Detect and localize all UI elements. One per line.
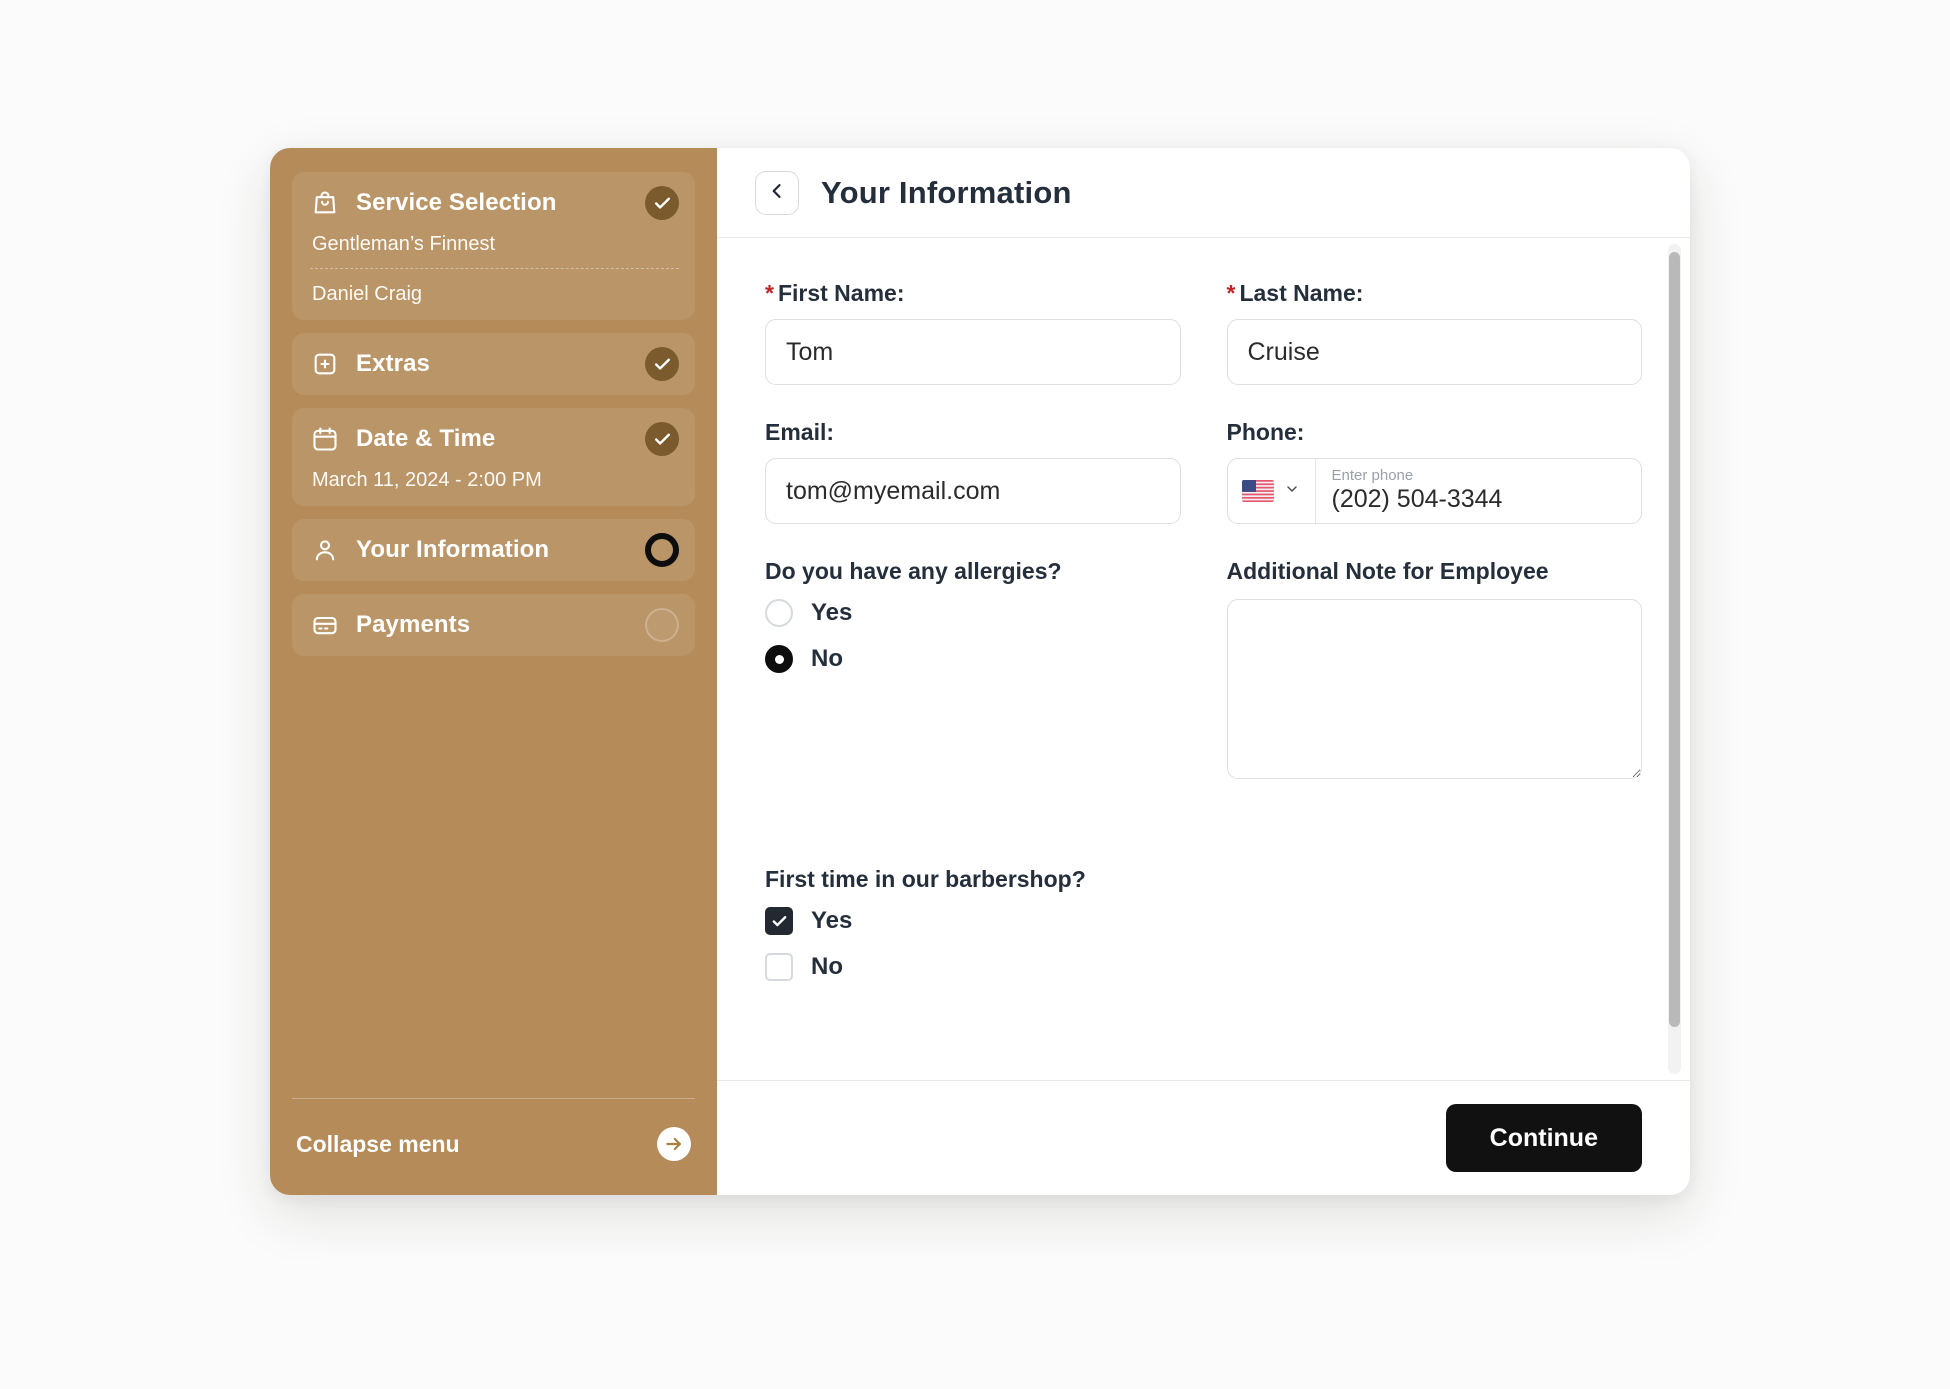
first-time-question-group: First time in our barbershop? Yes No (765, 866, 1181, 999)
step-header: Date & Time (310, 422, 679, 456)
step-header: Your Information (310, 533, 679, 567)
first-name-label: * First Name: (765, 280, 1181, 307)
app-root: Service Selection Gentleman’s Finnest Da… (0, 0, 1950, 1389)
additional-note-textarea[interactable] (1226, 599, 1642, 779)
phone-field-group: Phone: Enter phone (202) 504-3344 (1226, 419, 1642, 524)
sidebar-step-service-selection[interactable]: Service Selection Gentleman’s Finnest Da… (292, 172, 695, 320)
panel-footer: Continue (717, 1080, 1690, 1195)
country-select[interactable] (1228, 459, 1316, 523)
first-name-label-text: First Name: (777, 280, 905, 306)
phone-input[interactable] (1331, 485, 1625, 515)
chevron-left-icon (767, 181, 787, 204)
allergies-option-yes-label: Yes (811, 599, 853, 626)
page-title: Your Information (821, 174, 1072, 210)
arrow-right-circle-icon[interactable] (657, 1127, 691, 1161)
phone-floating-label: Enter phone (1331, 466, 1414, 484)
sidebar-step-datetime-value: March 11, 2024 - 2:00 PM (312, 469, 542, 491)
sidebar-step-your-information[interactable]: Your Information (292, 519, 695, 581)
additional-note-group: Additional Note for Employee (1226, 558, 1642, 784)
status-badge-done (645, 186, 679, 220)
scrollbar-thumb[interactable] (1669, 252, 1680, 1027)
email-label: Email: (765, 419, 835, 445)
booking-wizard-card: Service Selection Gentleman’s Finnest Da… (270, 148, 1690, 1195)
email-input[interactable] (765, 458, 1181, 524)
calendar-icon (310, 424, 340, 454)
checkbox-icon-checked[interactable] (765, 907, 793, 935)
first-time-option-yes[interactable]: Yes (765, 907, 1181, 935)
sidebar-step-employee-name: Daniel Craig (310, 268, 679, 306)
first-name-field-group: * First Name: (765, 280, 1181, 385)
phone-label: Phone: (1226, 419, 1305, 445)
shopping-bag-icon (310, 188, 340, 218)
collapse-menu-label: Collapse menu (296, 1130, 460, 1157)
first-time-question-label: First time in our barbershop? (765, 866, 1086, 892)
sidebar-step-label: Payments (356, 611, 471, 638)
last-name-field-group: * Last Name: (1226, 280, 1643, 385)
first-time-option-no[interactable]: No (765, 953, 1181, 981)
allergies-option-no-label: No (811, 645, 843, 672)
wizard-main-panel: Your Information * First Name: Tom * Las… (717, 148, 1690, 1195)
checkbox-icon-unchecked[interactable] (765, 953, 793, 981)
sidebar-step-label: Service Selection (356, 189, 557, 216)
chevron-down-icon (1284, 481, 1300, 502)
panel-header: Your Information (717, 148, 1690, 238)
sidebar-step-date-time[interactable]: Date & Time March 11, 2024 - 2:00 PM (292, 408, 695, 506)
phone-input-wrapper: Enter phone (1226, 458, 1642, 524)
continue-button[interactable]: Continue (1445, 1104, 1642, 1172)
last-name-label-text: Last Name: (1239, 280, 1364, 306)
first-time-option-no-label: No (811, 953, 843, 980)
step-header: Extras (310, 347, 679, 381)
sidebar-step-label: Extras (356, 350, 430, 377)
phone-value-area[interactable]: Enter phone (1316, 459, 1642, 523)
sidebar-step-label: Date & Time (356, 425, 496, 452)
step-header: Payments (310, 608, 679, 642)
allergies-option-no[interactable]: No (765, 645, 1181, 673)
last-name-label: * Last Name: (1227, 280, 1643, 307)
allergies-option-yes[interactable]: Yes (765, 599, 1181, 627)
additional-note-label: Additional Note for Employee (1226, 558, 1549, 584)
collapse-menu-button[interactable]: Collapse menu (292, 1098, 695, 1195)
plus-square-icon (310, 349, 340, 379)
us-flag-icon (1242, 480, 1274, 502)
radio-icon-unselected[interactable] (765, 599, 793, 627)
status-badge-pending (645, 608, 679, 642)
status-badge-active (645, 533, 679, 567)
allergies-question-label: Do you have any allergies? (765, 558, 1062, 584)
status-badge-done (645, 347, 679, 381)
sidebar-step-payments[interactable]: Payments (292, 594, 695, 656)
user-icon (310, 535, 340, 565)
form-grid: *First Name: *Last Name: Email: (765, 280, 1642, 1033)
radio-icon-selected[interactable] (765, 645, 793, 673)
step-header: Service Selection (310, 186, 679, 220)
wizard-sidebar: Service Selection Gentleman’s Finnest Da… (270, 148, 717, 1195)
grid-filler (1227, 818, 1643, 1033)
sidebar-step-extras[interactable]: Extras (292, 333, 695, 395)
status-badge-done (645, 422, 679, 456)
allergies-question-group: Do you have any allergies? Yes No (765, 558, 1181, 784)
last-name-input[interactable] (1226, 319, 1642, 385)
first-time-option-yes-label: Yes (811, 907, 853, 934)
sidebar-step-label: Your Information (356, 536, 550, 563)
sidebar-step-service-name: Gentleman’s Finnest (312, 233, 496, 255)
form-scroll-area[interactable]: *First Name: *Last Name: Email: (717, 238, 1690, 1080)
required-marker: * (1226, 280, 1236, 306)
back-button[interactable] (755, 170, 799, 215)
email-field-group: Email: (765, 419, 1181, 524)
first-name-input[interactable] (765, 319, 1181, 385)
required-marker: * (765, 280, 774, 306)
credit-card-icon (310, 610, 340, 640)
